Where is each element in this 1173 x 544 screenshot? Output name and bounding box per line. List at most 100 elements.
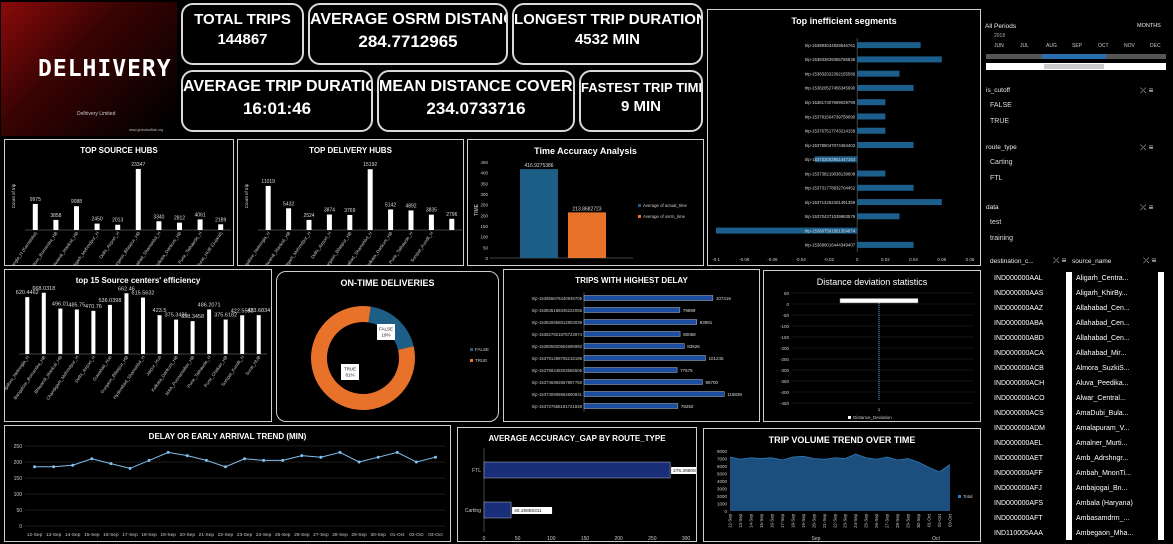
timeline-bar[interactable] [986, 54, 1166, 59]
clear-filter-icon[interactable]: ⤫ ≡ [1053, 256, 1066, 266]
timeline-month[interactable]: JUN [994, 43, 1004, 49]
source-name[interactable]: AmaDubi_Bula... [1076, 410, 1129, 417]
tick-label: 18-Sep [141, 532, 157, 538]
panel-top-source: TOP SOURCE HUBS Count of trip 9975 3858 908… [4, 139, 234, 266]
destination-code[interactable]: IND000000ACH [994, 380, 1044, 387]
point [300, 454, 304, 458]
destination-code[interactable]: IND000000AFJ [994, 485, 1042, 492]
destination-code[interactable]: IND000000AAZ [994, 305, 1043, 312]
destination-code[interactable]: IND000000AET [994, 455, 1043, 462]
panel-ontime: ON-TIME DELIVERIES FALSE 19% FALSE TRUE 81% T… [276, 271, 499, 422]
slicer-item-false[interactable]: FALSE [990, 102, 1012, 109]
chart-top-source: Count of trip 9975 3858 9088 2450 2013 23347 33… [5, 162, 231, 265]
kpi-value: 4532 MIN [574, 31, 641, 48]
destination-code[interactable]: IND000000ACO [994, 395, 1045, 402]
tick-label: 300 [480, 192, 488, 197]
kpi-value: 234.0733716 [426, 99, 526, 118]
destination-code[interactable]: IND000000ACA [994, 350, 1044, 357]
slicer-item-true[interactable]: TRUE [990, 118, 1009, 125]
destination-code[interactable]: IND110005AAA [994, 530, 1043, 537]
data-label: 615.5632 [132, 291, 155, 297]
destination-code[interactable]: IND000000AAL [994, 275, 1043, 282]
tick-label: 30-Sep [370, 532, 386, 538]
tick-label: 17-Sep [122, 532, 138, 538]
slicer-item-carting[interactable]: Carting [990, 159, 1013, 166]
source-name[interactable]: Amalner_Murti... [1076, 440, 1127, 447]
data-label: 276.3960889 [673, 468, 697, 474]
tick-label: -0.02 [824, 257, 835, 262]
bar [157, 315, 162, 354]
source-name[interactable]: Alwar_Central... [1076, 395, 1126, 402]
source-name[interactable]: Aluva_Peedika... [1076, 380, 1129, 387]
clear-filter-icon[interactable]: ⤫ ≡ [1140, 86, 1153, 96]
source-name[interactable]: Aligarh_KhirBy... [1076, 290, 1128, 297]
scrollbar[interactable] [1158, 272, 1164, 540]
clear-filter-icon[interactable]: ⤫ ≡ [1140, 203, 1153, 213]
source-name[interactable]: Ambah_MnonTi... [1076, 470, 1131, 477]
tick-label: 23-Sep [237, 532, 253, 538]
data-label: 2524 [303, 213, 314, 219]
panel-inefficient: Top inefficient segments -0.1 -0.08 -0.06-… [707, 9, 981, 266]
timeline-month[interactable]: SEP [1072, 43, 1082, 49]
destination-code[interactable]: IND000000AAS [994, 290, 1043, 297]
slicer-item-training[interactable]: training [990, 235, 1013, 242]
list-item[interactable]: IND110005AAA Ambegaon_Mha... [990, 525, 1150, 543]
bar [115, 224, 121, 230]
source-name[interactable]: Amb_Adrshngr... [1076, 455, 1128, 462]
bar [53, 219, 59, 230]
data-label: 9975 [30, 197, 41, 203]
source-name[interactable]: Ambala (Haryana) [1076, 500, 1133, 507]
destination-code[interactable]: IND000000AEL [994, 440, 1043, 447]
tick-label: trip-153781504739758090 [805, 114, 856, 119]
slicer-item-test[interactable]: test [990, 219, 1001, 226]
source-name[interactable]: Ambajogai_Bn... [1076, 485, 1127, 492]
legend-label: Average of osrm_time [643, 214, 686, 219]
source-name[interactable]: Ambegaon_Mha... [1076, 530, 1133, 537]
destination-code[interactable]: IND000000ACB [994, 365, 1044, 372]
slicer-item-ftl[interactable]: FTL [990, 175, 1002, 182]
source-name[interactable]: Ambasamdrm_... [1076, 515, 1129, 522]
data-label: 116838 [727, 392, 742, 397]
destination-code[interactable]: IND000000ACS [994, 410, 1044, 417]
destination-code[interactable]: IND000000ABD [994, 335, 1044, 342]
point [71, 463, 75, 467]
destination-code[interactable]: IND000000AFS [994, 500, 1043, 507]
source-name[interactable]: Allahabad_Mir... [1076, 350, 1126, 357]
destination-code[interactable]: IND000000ADM [994, 425, 1045, 432]
clear-filter-icon[interactable]: ⤫ ≡ [1143, 256, 1156, 266]
clear-filter-icon[interactable]: ⤫ ≡ [1140, 143, 1153, 153]
timeline-selection[interactable] [1042, 54, 1106, 59]
chart-accuracy-gap: 0 50 100 150 200 250 300 FTL 276.3960889 Carting 4… [465, 448, 697, 541]
timeline-slicer[interactable]: All Periods MONTHS 2018 JUN JUL AUG SEP OCT N… [984, 22, 1169, 82]
timeline-months[interactable]: MONTHS [1137, 23, 1161, 29]
timeline-month[interactable]: NOV [1124, 43, 1135, 49]
source-name[interactable]: Allahabad_Cen... [1076, 335, 1130, 342]
scroll-thumb[interactable] [1044, 64, 1104, 69]
tick-label: 03-Oct [428, 532, 443, 538]
timeline-month[interactable]: JUL [1020, 43, 1029, 49]
point [262, 458, 266, 462]
source-name[interactable]: Allahabad_Cen... [1076, 305, 1130, 312]
timeline-month[interactable]: DEC [1150, 43, 1161, 49]
kpi-label: FASTEST TRIP TIME [581, 80, 703, 95]
tick-label: Chandigarh_Mehmdpur_H [45, 355, 80, 401]
destination-code[interactable]: IND000000AFF [994, 470, 1043, 477]
source-name[interactable]: Allahabad_Cen... [1076, 320, 1130, 327]
data-label: 2812 [174, 216, 185, 222]
bar [265, 185, 271, 230]
tick-label: Carting [465, 508, 481, 514]
source-name[interactable]: Almora_SuzkiS... [1076, 365, 1130, 372]
tick-label: trip-153785047074484403 [805, 143, 856, 148]
source-name[interactable]: Amalapuram_V... [1076, 425, 1129, 432]
tick-label: trip-153687591851354874 [805, 228, 856, 233]
timeline-scrollbar[interactable] [986, 63, 1166, 70]
source-name[interactable]: Aligarh_Centra... [1076, 275, 1129, 282]
destination-code[interactable]: IND000000AFT [994, 515, 1043, 522]
brand-subtitle: Delhivery Limited [77, 111, 116, 117]
data-label: 2796 [446, 212, 457, 218]
tick-label: Bangalore_Bomsndra_HB [13, 355, 47, 401]
tick-label: trip-153840656812803039 [532, 320, 583, 325]
destination-code[interactable]: IND000000ABA [994, 320, 1043, 327]
timeline-month[interactable]: OCT [1098, 43, 1109, 49]
timeline-month[interactable]: AUG [1046, 43, 1057, 49]
